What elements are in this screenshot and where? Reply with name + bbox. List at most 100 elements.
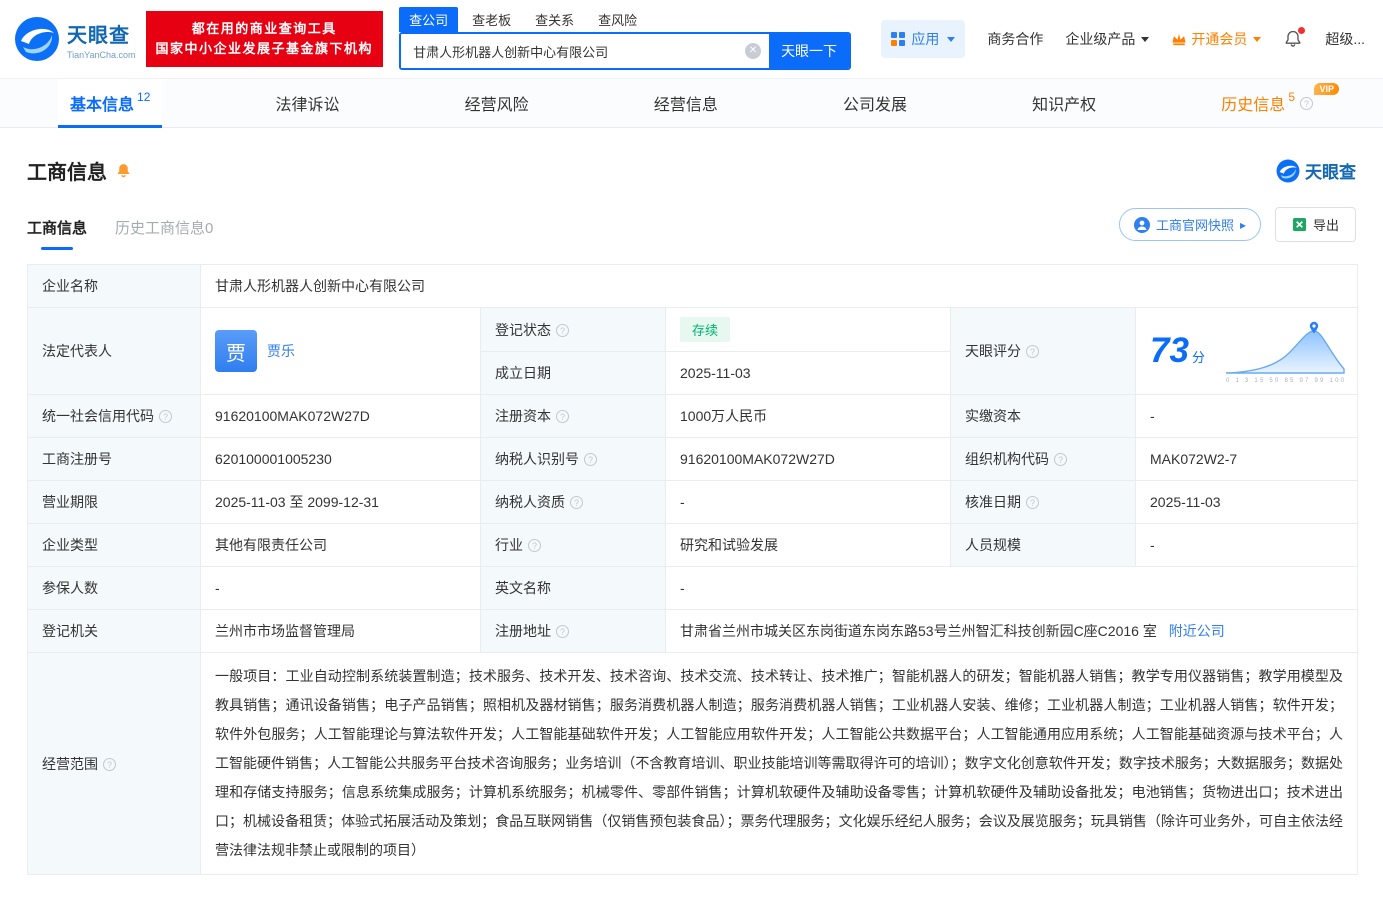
company-tab-bar: 基本信息 12 法律诉讼 经营风险 经营信息 公司发展 知识产权 历史信息 5 …: [0, 78, 1383, 128]
subtab-row: 工商信息 历史工商信息0 工商官网快照 ▸ 导出: [0, 185, 1383, 250]
table-row: 企业类型 其他有限责任公司 行业 研究和试验发展 人员规模 -: [27, 523, 1359, 567]
subscribe-bell-icon[interactable]: [115, 162, 132, 179]
reg-address-cell: 甘肃省兰州市城关区东岗街道东岗东路53号兰州智汇科技创新园C座C2016 室 附…: [664, 609, 1359, 653]
section-title: 工商信息: [27, 162, 107, 184]
nav-biz-coop[interactable]: 商务合作: [987, 29, 1043, 49]
apps-grid-icon: [891, 32, 906, 46]
search-button[interactable]: 天眼一下: [769, 34, 850, 68]
search-input[interactable]: [401, 34, 746, 68]
table-row: 企业名称 甘肃人形机器人创新中心有限公司: [27, 264, 1359, 308]
section-watermark-logo: 天眼查: [1276, 158, 1356, 183]
table-row: 统一社会信用代码 91620100MAK072W27D 注册资本 1000万人民…: [27, 394, 1359, 438]
search-tab-company[interactable]: 查公司: [399, 7, 459, 32]
org-code-value: MAK072W2-7: [1134, 437, 1359, 481]
nearby-companies-link[interactable]: 附近公司: [1169, 623, 1225, 639]
nav-super-vip[interactable]: 超级...: [1325, 29, 1365, 49]
taxpayer-id-value: 91620100MAK072W27D: [665, 437, 951, 481]
help-icon[interactable]: [1300, 96, 1313, 110]
taxpayer-id-label: 纳税人识别号: [480, 437, 666, 481]
tab-operating-info[interactable]: 经营信息: [642, 79, 730, 127]
open-vip-label: 开通会员: [1191, 31, 1248, 47]
apps-menu[interactable]: 应用: [881, 20, 966, 58]
credit-code-label: 统一社会信用代码: [27, 394, 201, 438]
subtab-history-business-info[interactable]: 历史工商信息0: [115, 217, 213, 250]
chevron-down-icon: [947, 36, 956, 42]
tab-legal[interactable]: 法律诉讼: [264, 79, 352, 127]
help-icon[interactable]: [103, 757, 116, 771]
subtab-business-info[interactable]: 工商信息: [27, 217, 87, 250]
org-code-label: 组织机构代码: [950, 437, 1136, 481]
export-button[interactable]: 导出: [1274, 207, 1356, 242]
credit-code-value: 91620100MAK072W27D: [200, 394, 481, 438]
legal-rep-link[interactable]: 贾乐: [267, 341, 295, 361]
clear-icon[interactable]: ✕: [745, 43, 762, 59]
help-icon[interactable]: [1054, 453, 1067, 466]
status-badge: 存续: [680, 317, 731, 342]
english-name-label: 英文名称: [480, 566, 666, 610]
table-row: 经营范围 一般项目：工业自动控制系统装置制造；技术服务、技术开发、技术咨询、技术…: [27, 652, 1359, 875]
nav-enterprise[interactable]: 企业级产品: [1065, 29, 1150, 49]
tab-count: 12: [137, 90, 151, 104]
help-icon[interactable]: [528, 539, 541, 552]
help-icon[interactable]: [584, 453, 597, 466]
tab-intellectual-property[interactable]: 知识产权: [1020, 79, 1108, 127]
nav-open-vip[interactable]: 开通会员: [1171, 29, 1262, 49]
tab-company-development[interactable]: 公司发展: [831, 79, 919, 127]
official-snapshot-button[interactable]: 工商官网快照 ▸: [1118, 208, 1261, 241]
help-icon[interactable]: [556, 323, 569, 337]
industry-value: 研究和试验发展: [665, 523, 951, 567]
legal-rep-cell: 贾 贾乐: [200, 307, 481, 395]
industry-label: 行业: [480, 523, 666, 567]
notification-dot: [1298, 27, 1306, 34]
vip-badge: VIP: [1314, 83, 1339, 95]
score-value: 73: [1150, 331, 1189, 370]
tab-label: 公司发展: [842, 97, 907, 114]
search-tab-relation[interactable]: 查关系: [525, 7, 584, 32]
notifications-bell[interactable]: [1283, 27, 1306, 49]
tab-basic-info[interactable]: 基本信息 12: [58, 79, 163, 128]
score-label: 天眼评分: [950, 307, 1136, 395]
table-row: 工商注册号 620100001005230 纳税人识别号 91620100MAK…: [27, 437, 1359, 481]
business-term-label: 营业期限: [27, 480, 201, 524]
label-text: 行业: [495, 537, 523, 553]
label-text: 注册资本: [495, 408, 551, 424]
tianyancha-logo-icon: [1276, 159, 1300, 182]
legal-rep-avatar[interactable]: 贾: [215, 330, 257, 372]
table-row: 法定代表人 贾 贾乐 登记状态 存续 天眼评分 73分: [27, 307, 1359, 395]
label-text: 核准日期: [965, 494, 1021, 510]
tab-history-info[interactable]: 历史信息 5 VIP: [1209, 79, 1339, 127]
english-name-value: -: [664, 566, 1359, 610]
label-text: 统一社会信用代码: [42, 408, 154, 424]
establish-date-value: 2025-11-03: [665, 351, 951, 395]
search-tab-boss[interactable]: 查老板: [462, 7, 521, 32]
tianyancha-logo[interactable]: 天眼查 TianYanCha.com: [14, 16, 136, 62]
paid-capital-label: 实缴资本: [950, 394, 1136, 438]
promo-banner: 都在用的商业查询工具 国家中小企业发展子基金旗下机构: [145, 11, 384, 67]
staff-size-label: 人员规模: [950, 523, 1136, 567]
person-badge-icon: [1133, 216, 1150, 233]
help-icon[interactable]: [570, 496, 583, 509]
help-icon[interactable]: [159, 410, 172, 423]
business-scope-value: 一般项目：工业自动控制系统装置制造；技术服务、技术开发、技术咨询、技术交流、技术…: [199, 652, 1359, 875]
staff-size-value: -: [1134, 523, 1359, 567]
table-row: 参保人数 - 英文名称 -: [27, 566, 1359, 610]
help-icon[interactable]: [1026, 496, 1039, 509]
section-actions: 工商官网快照 ▸ 导出: [1118, 207, 1356, 250]
search-tab-risk[interactable]: 查风险: [588, 7, 647, 32]
help-icon[interactable]: [556, 410, 569, 423]
chevron-down-icon: [1253, 36, 1262, 42]
page-header: 天眼查 TianYanCha.com 都在用的商业查询工具 国家中小企业发展子基…: [0, 0, 1383, 78]
taxpayer-quality-value: -: [665, 480, 951, 524]
apps-label: 应用: [911, 31, 940, 47]
promo-line2: 国家中小企业发展子基金旗下机构: [155, 41, 374, 56]
score-cell: 73 分 0 1 3 15 50 85 97 99 100: [1134, 307, 1359, 395]
search-box: ✕ 天眼一下: [399, 32, 852, 70]
business-info-table: 企业名称 甘肃人形机器人创新中心有限公司 法定代表人 贾 贾乐 登记状态 存续 …: [27, 264, 1359, 875]
reg-authority-value: 兰州市市场监督管理局: [200, 609, 481, 653]
tab-operating-risk[interactable]: 经营风险: [453, 79, 541, 127]
reg-authority-label: 登记机关: [27, 609, 201, 653]
help-icon[interactable]: [1026, 345, 1039, 358]
insured-count-label: 参保人数: [27, 566, 201, 610]
help-icon[interactable]: [556, 625, 569, 638]
export-label: 导出: [1312, 218, 1339, 233]
